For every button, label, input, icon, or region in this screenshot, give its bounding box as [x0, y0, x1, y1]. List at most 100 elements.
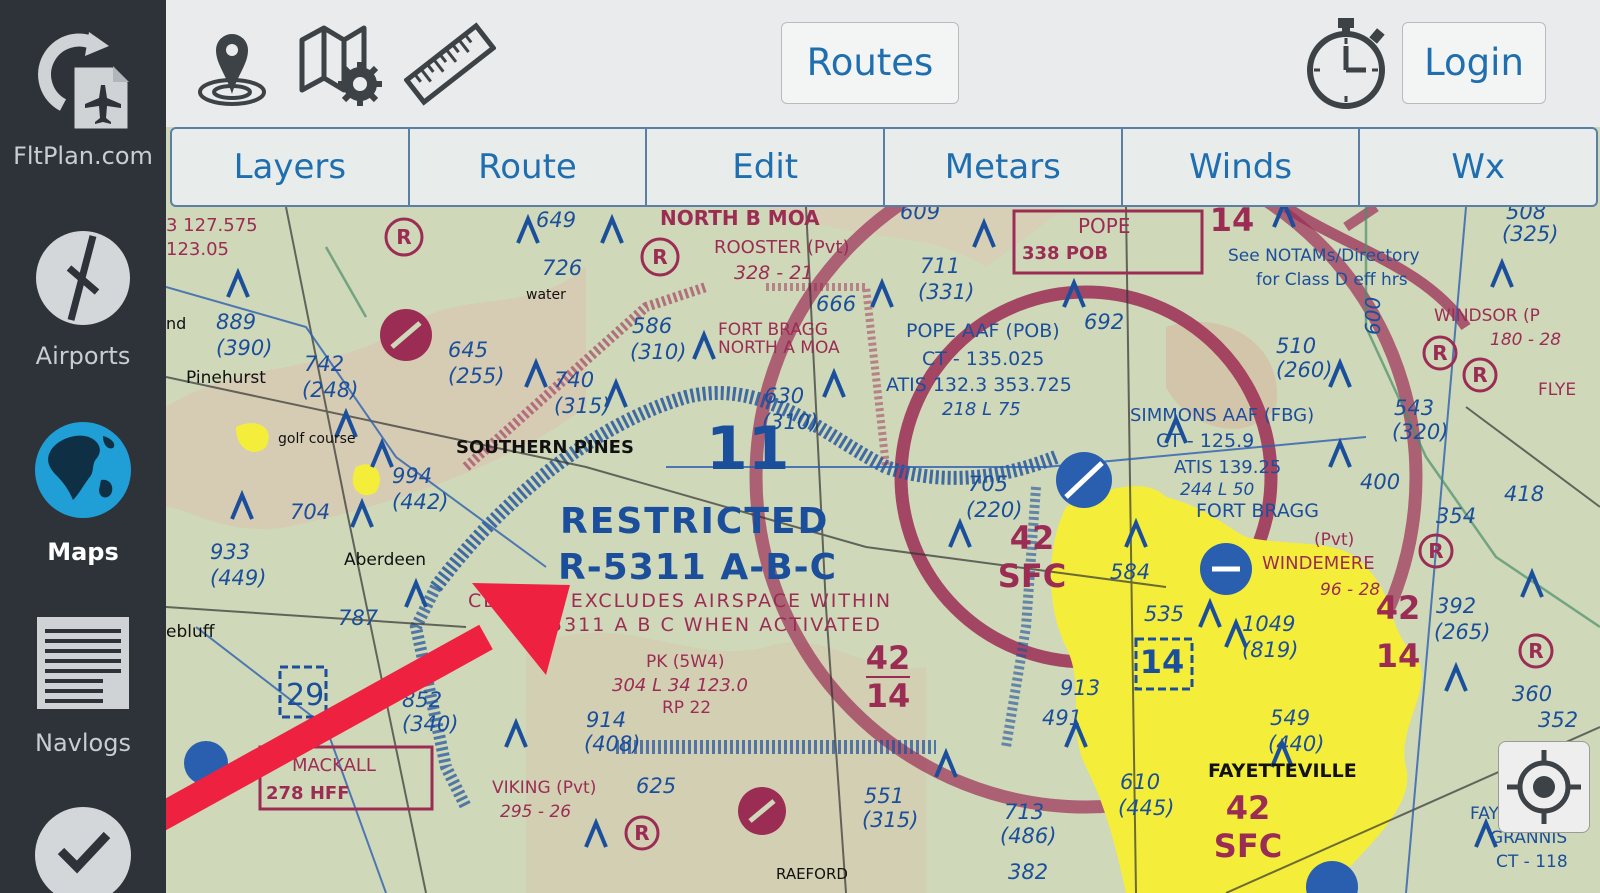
- map-label: 295 - 26: [500, 802, 571, 822]
- map-label: FAYETTEVILLE: [1208, 760, 1357, 782]
- map-label: 3 127.575: [166, 215, 258, 236]
- map-elev: 889: [216, 310, 256, 334]
- map-label: 304 L 34 123.0: [612, 675, 748, 696]
- map-elev: (260): [1276, 358, 1332, 382]
- map-elev: 711: [920, 254, 960, 278]
- airports-icon: [36, 231, 130, 325]
- map-label: 278 HFF: [266, 783, 350, 804]
- sidebar-item-checklist[interactable]: [0, 805, 166, 893]
- map-label: FORT BRAGG: [1196, 500, 1319, 522]
- map-elev: 740: [554, 368, 594, 392]
- map-elev: (315): [862, 808, 918, 832]
- tab-layers[interactable]: Layers: [172, 129, 410, 205]
- svg-text:R: R: [1428, 539, 1443, 563]
- map-label: 244 L 50: [1180, 480, 1254, 500]
- map-elev: (440): [1268, 732, 1324, 756]
- map-ceiling: 14: [866, 677, 911, 715]
- routes-button[interactable]: Routes: [781, 22, 959, 104]
- map-elev: 418: [1504, 482, 1544, 506]
- sidebar-item-airports[interactable]: Airports: [0, 228, 166, 370]
- map-ceiling: 42: [1376, 589, 1421, 627]
- crosshair-icon: [1507, 750, 1581, 824]
- ruler-icon[interactable]: [404, 18, 496, 110]
- tab-metars[interactable]: Metars: [885, 129, 1123, 205]
- map-elev: 933: [210, 540, 250, 564]
- restricted-id: R-5311 A-B-C: [558, 547, 837, 588]
- map-label: 96 - 28: [1320, 580, 1380, 600]
- map-label: NORTH B MOA: [660, 207, 820, 230]
- sidebar-item-maps[interactable]: Maps: [0, 420, 166, 566]
- map-elev: 630: [764, 384, 804, 408]
- svg-text:R: R: [1528, 639, 1543, 663]
- airport-raeford-icon: [738, 787, 786, 835]
- map-elev: 549: [1270, 706, 1310, 730]
- map-label: WINDSOR (P: [1434, 306, 1540, 326]
- map-elev: (408): [584, 732, 640, 756]
- map-elev: (255): [448, 364, 504, 388]
- map-elev: (449): [210, 566, 266, 590]
- locate-me-button[interactable]: [1498, 741, 1590, 833]
- location-pin-icon[interactable]: [186, 18, 278, 110]
- map-elev: (320): [1392, 420, 1448, 444]
- map-label: Pinehurst: [186, 368, 266, 388]
- map-elev: (390): [216, 336, 272, 360]
- map-label: CT - 135.025: [922, 348, 1044, 370]
- map-elev: 586: [632, 314, 672, 338]
- map-elev: 705: [968, 472, 1008, 496]
- map-elev: 704: [290, 500, 330, 524]
- map-settings-icon[interactable]: [294, 18, 386, 110]
- fltplan-logo-icon: [38, 32, 131, 132]
- map-ceiling: 14: [1376, 637, 1421, 675]
- sectional-chart-svg[interactable]: RR RR RRR NORTH B MOA ROOSTER (Pvt) 328 …: [166, 207, 1600, 893]
- map-elev: 609: [900, 207, 940, 224]
- airport-fort-bragg-icon: [1200, 543, 1252, 595]
- navlog-icon: [37, 617, 129, 709]
- map-label: CT - 118: [1496, 852, 1568, 872]
- map-label: RP 22: [662, 698, 711, 718]
- restricted-note: 5311 A B C WHEN ACTIVATED: [550, 614, 882, 636]
- map-elev: (315): [554, 394, 610, 418]
- tab-winds[interactable]: Winds: [1123, 129, 1361, 205]
- sidebar: FltPlan.com Airports Maps Navlogs: [0, 0, 166, 893]
- sidebar-item-label: FltPlan.com: [13, 142, 153, 170]
- map-elev: (310): [630, 340, 686, 364]
- map-ceiling: SFC: [998, 557, 1066, 595]
- tab-route[interactable]: Route: [410, 129, 648, 205]
- sectional-map[interactable]: RR RR RRR NORTH B MOA ROOSTER (Pvt) 328 …: [166, 207, 1600, 893]
- map-elev: 649: [536, 208, 576, 232]
- stopwatch-icon[interactable]: [1302, 16, 1390, 110]
- map-label: golf course: [278, 431, 356, 447]
- sidebar-item-navlogs[interactable]: Navlogs: [0, 613, 166, 757]
- map-elev: (442): [392, 490, 448, 514]
- map-elev: 610: [1120, 770, 1160, 794]
- map-elev: 360: [1512, 682, 1552, 706]
- tab-edit[interactable]: Edit: [647, 129, 886, 205]
- tab-bar: Layers Route Edit Metars Winds Wx: [170, 127, 1598, 207]
- map-label: ROOSTER (Pvt): [714, 237, 849, 258]
- sidebar-item-label: Maps: [47, 538, 119, 566]
- map-label: (Pvt): [1314, 530, 1354, 550]
- map-label: 328 - 21: [734, 262, 813, 284]
- map-elev: (248): [302, 378, 358, 402]
- map-ceiling: 14: [1210, 207, 1255, 239]
- map-elev: 535: [1144, 602, 1184, 626]
- map-ceiling: 42: [1226, 789, 1271, 827]
- globe-icon: [35, 422, 131, 518]
- sidebar-item-label: Navlogs: [35, 729, 131, 757]
- checkmark-icon: [35, 807, 131, 893]
- svg-text:R: R: [396, 225, 411, 249]
- map-label: POPE: [1078, 214, 1131, 238]
- svg-text:R: R: [652, 245, 667, 269]
- svg-text:R: R: [1432, 341, 1447, 365]
- map-elev: 491: [1042, 706, 1082, 730]
- map-label: PK (5W4): [646, 652, 725, 672]
- map-ceiling: SFC: [1214, 827, 1282, 865]
- map-elev: 625: [636, 774, 676, 798]
- login-button[interactable]: Login: [1402, 22, 1546, 104]
- map-label: POPE AAF (POB): [906, 320, 1060, 342]
- sidebar-item-fltplan[interactable]: FltPlan.com: [0, 30, 166, 170]
- top-toolbar: Routes Login: [166, 0, 1600, 127]
- map-elev: (819): [1242, 638, 1298, 662]
- tab-wx[interactable]: Wx: [1360, 129, 1596, 205]
- map-label: 218 L 75: [942, 399, 1021, 420]
